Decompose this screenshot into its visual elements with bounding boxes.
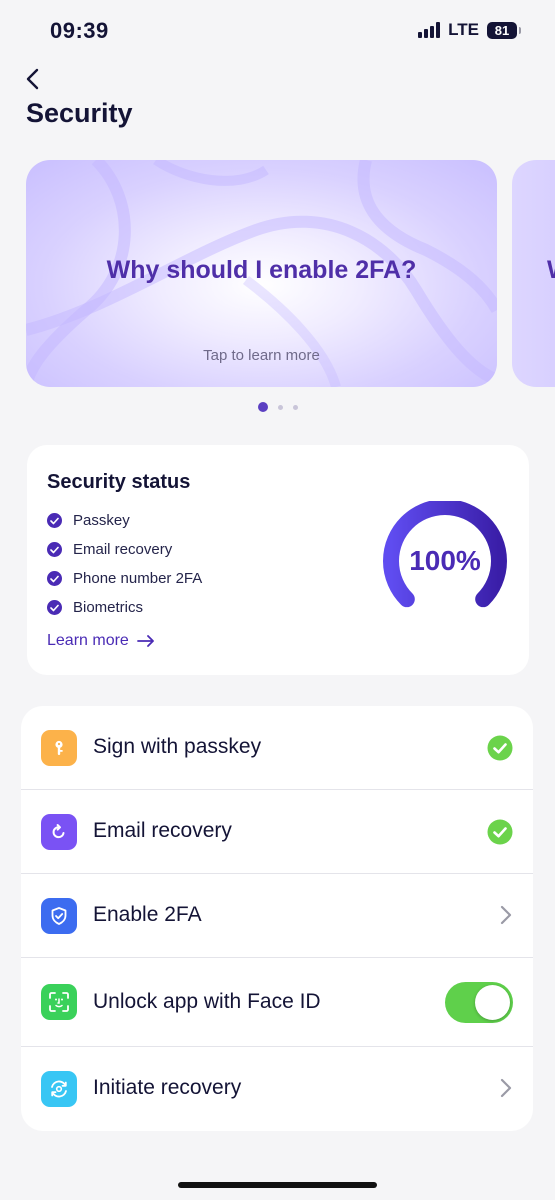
check-circle-icon [47, 542, 62, 557]
check-circle-icon [47, 600, 62, 615]
promo-card-next[interactable]: W [512, 160, 555, 387]
checklist-label: Passkey [73, 512, 130, 529]
learn-more-label: Learn more [47, 632, 129, 649]
security-score-value: 100% [409, 545, 481, 576]
page-dot-2[interactable] [277, 404, 283, 410]
status-indicators: LTE 81 [418, 20, 521, 40]
toggle-knob [475, 985, 510, 1020]
toggle-switch-on[interactable] [445, 982, 513, 1023]
security-settings-list: Sign with passkey Email recovery Enable … [21, 706, 533, 1131]
face-id-icon [41, 984, 77, 1020]
signal-icon [418, 22, 441, 38]
security-status-card: Security status Passkey Email recovery P… [27, 445, 529, 675]
row-label: Sign with passkey [93, 735, 262, 758]
security-status-title: Security status [47, 471, 191, 493]
info-carousel[interactable]: Why should I enable 2FA? Tap to learn mo… [0, 160, 555, 388]
checklist-label: Phone number 2FA [73, 570, 203, 587]
row-initiate-recovery[interactable]: Initiate recovery [21, 1047, 533, 1131]
security-score-gauge: 100% [381, 499, 509, 621]
recovery-icon [41, 1071, 77, 1107]
status-bar: 09:39 LTE 81 [0, 0, 555, 60]
row-email-recovery[interactable]: Email recovery [21, 790, 533, 874]
chevron-right-icon [499, 904, 513, 926]
battery-icon: 81 [487, 21, 521, 39]
check-badge-icon [487, 735, 513, 761]
refresh-icon [41, 814, 77, 850]
promo-subtitle: Tap to learn more [203, 347, 320, 364]
network-type: LTE [448, 20, 479, 39]
checklist-label: Biometrics [73, 599, 144, 616]
check-badge-icon [487, 819, 513, 845]
next-card-peek-text: W [547, 256, 555, 285]
check-circle-icon [47, 513, 62, 528]
chevron-right-icon [499, 1077, 513, 1099]
security-checklist: Passkey Email recovery Phone number 2FA … [47, 506, 202, 622]
row-label: Enable 2FA [93, 903, 202, 926]
row-label: Unlock app with Face ID [93, 990, 321, 1013]
back-button[interactable] [18, 64, 48, 94]
learn-more-link[interactable]: Learn more [47, 632, 155, 650]
page-dot-3[interactable] [292, 404, 298, 410]
row-face-id[interactable]: Unlock app with Face ID [21, 958, 533, 1046]
checklist-item: Email recovery [47, 535, 202, 564]
row-label: Initiate recovery [93, 1076, 242, 1099]
check-circle-icon [47, 571, 62, 586]
row-enable-2fa[interactable]: Enable 2FA [21, 874, 533, 958]
checklist-label: Email recovery [73, 541, 173, 558]
page-dot-1[interactable] [257, 402, 268, 412]
status-time: 09:39 [50, 18, 109, 43]
checklist-item: Passkey [47, 506, 202, 535]
shield-check-icon [41, 898, 77, 934]
promo-title: Why should I enable 2FA? [106, 256, 417, 284]
checklist-item: Phone number 2FA [47, 564, 202, 593]
battery-level: 81 [494, 22, 510, 38]
checklist-item: Biometrics [47, 593, 202, 622]
arrow-right-icon [136, 635, 154, 647]
face-id-toggle[interactable] [445, 982, 513, 1023]
home-indicator[interactable] [178, 1182, 377, 1188]
promo-card-2fa[interactable]: Why should I enable 2FA? Tap to learn mo… [26, 160, 497, 387]
row-label: Email recovery [93, 819, 232, 842]
chevron-left-icon [26, 68, 39, 90]
key-icon [41, 730, 77, 766]
carousel-page-indicator [0, 402, 555, 412]
page-title: Security [26, 98, 133, 128]
row-sign-with-passkey[interactable]: Sign with passkey [21, 706, 533, 790]
